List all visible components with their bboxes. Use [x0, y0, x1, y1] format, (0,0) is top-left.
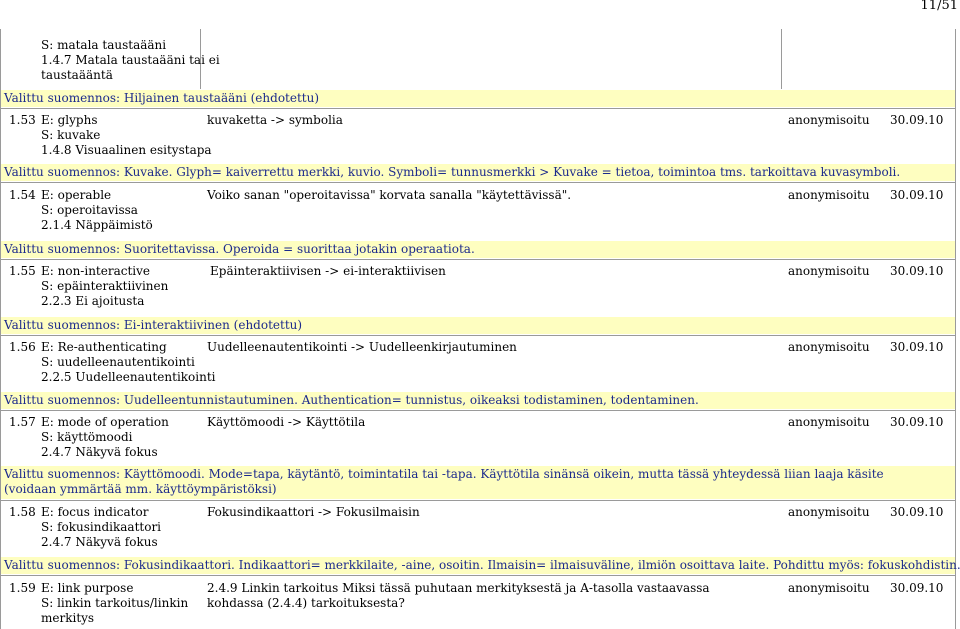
- term-line: S: matala taustaääni: [41, 38, 167, 52]
- guideline-reference: 1.4.8 Visuaalinen esitystapa: [41, 143, 212, 157]
- row-divider: [0, 410, 956, 411]
- selected-translation-note: Valittu suomennos: Kuvake. Glyph= kaiver…: [4, 165, 901, 179]
- date: 30.09.10: [890, 113, 944, 127]
- date: 30.09.10: [890, 264, 944, 278]
- finnish-term: S: fokusindikaattori: [41, 520, 162, 534]
- row-divider: [0, 259, 956, 260]
- entry-number: 1.58: [9, 505, 36, 519]
- row-divider: [0, 575, 956, 576]
- term-line: taustaääntä: [41, 68, 113, 82]
- proposal-text: Epäinteraktiivisen -> ei-interaktiivisen: [210, 264, 446, 278]
- selected-translation-note: Valittu suomennos: Hiljainen taustaääni …: [4, 91, 320, 105]
- selected-translation-note: Valittu suomennos: Käyttömoodi. Mode=tap…: [4, 467, 884, 496]
- english-term: E: mode of operation: [41, 415, 169, 429]
- finnish-term: S: epäinteraktiivinen: [41, 279, 169, 293]
- guideline-reference: 2.4.7 Näkyvä fokus: [41, 535, 158, 549]
- author: anonymisoitu: [788, 188, 870, 202]
- row-divider: [0, 335, 956, 336]
- english-term: E: glyphs: [41, 113, 98, 127]
- entry-number: 1.53: [9, 113, 36, 127]
- author: anonymisoitu: [788, 113, 870, 127]
- english-term: E: operable: [41, 188, 112, 202]
- author: anonymisoitu: [788, 415, 870, 429]
- row-divider: [0, 500, 956, 501]
- author: anonymisoitu: [788, 264, 870, 278]
- date: 30.09.10: [890, 505, 944, 519]
- proposal-text: 2.4.9 Linkin tarkoitus Miksi tässä puhut…: [207, 581, 710, 610]
- guideline-reference: 2.4.7 Näkyvä fokus: [41, 445, 158, 459]
- selected-translation-note: Valittu suomennos: Uudelleentunnistautum…: [4, 393, 699, 407]
- finnish-term: S: operoitavissa: [41, 203, 138, 217]
- guideline-reference: 2.2.3 Ei ajoitusta: [41, 294, 145, 308]
- row-divider: [0, 182, 956, 183]
- date: 30.09.10: [890, 581, 944, 595]
- guideline-reference: merkitys: [41, 611, 95, 625]
- selected-translation-note: Valittu suomennos: Fokusindikaattori. In…: [4, 558, 960, 572]
- author: anonymisoitu: [788, 581, 870, 595]
- entry-number: 1.57: [9, 415, 36, 429]
- finnish-term: S: uudelleenautentikointi: [41, 355, 195, 369]
- entry-number: 1.55: [9, 264, 36, 278]
- page-number: 11/51: [920, 0, 958, 13]
- author: anonymisoitu: [788, 340, 870, 354]
- english-term: E: link purpose: [41, 581, 134, 595]
- proposal-text: Fokusindikaattori -> Fokusilmaisin: [207, 505, 420, 519]
- english-term: E: Re-authenticating: [41, 340, 167, 354]
- row-divider: [0, 108, 956, 109]
- selected-translation-note: Valittu suomennos: Suoritettavissa. Oper…: [4, 242, 475, 256]
- guideline-reference: 2.1.4 Näppäimistö: [41, 218, 153, 232]
- english-term: E: non-interactive: [41, 264, 150, 278]
- english-term: E: focus indicator: [41, 505, 149, 519]
- date: 30.09.10: [890, 340, 944, 354]
- entry-number: 1.54: [9, 188, 36, 202]
- entry-number: 1.59: [9, 581, 36, 595]
- entry-number: 1.56: [9, 340, 36, 354]
- column-divider-right: [781, 29, 782, 89]
- selected-translation-note: Valittu suomennos: Ei-interaktiivinen (e…: [4, 318, 303, 332]
- proposal-text: Uudelleenautentikointi -> Uudelleenkirja…: [207, 340, 517, 354]
- guideline-reference: 2.2.5 Uudelleenautentikointi: [41, 370, 216, 384]
- proposal-text: Käyttömoodi -> Käyttötila: [207, 415, 366, 429]
- date: 30.09.10: [890, 415, 944, 429]
- term-line: 1.4.7 Matala taustaääni tai ei: [41, 53, 220, 67]
- proposal-text: Voiko sanan "operoitavissa" korvata sana…: [207, 188, 572, 202]
- table-border-right: [955, 29, 956, 629]
- author: anonymisoitu: [788, 505, 870, 519]
- finnish-term: S: kuvake: [41, 128, 101, 142]
- proposal-text: kuvaketta -> symbolia: [207, 113, 343, 127]
- date: 30.09.10: [890, 188, 944, 202]
- finnish-term: S: käyttömoodi: [41, 430, 133, 444]
- finnish-term: S: linkin tarkoitus/linkin: [41, 596, 189, 610]
